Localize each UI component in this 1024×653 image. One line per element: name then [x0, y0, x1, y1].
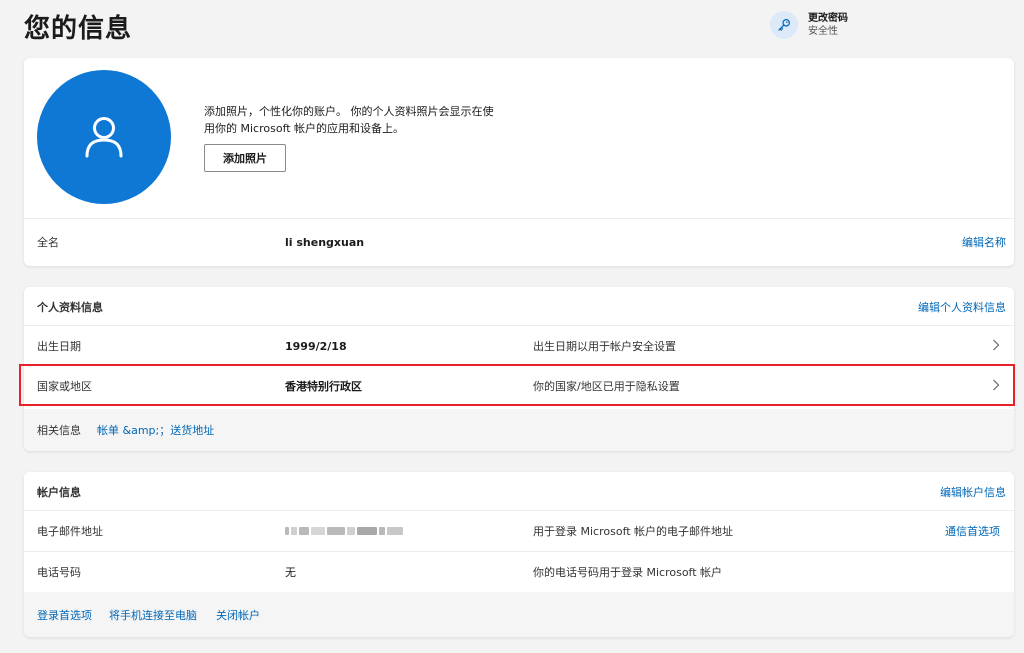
communication-preferences-link[interactable]: 通信首选项 — [945, 523, 1000, 539]
personal-info-title: 个人资料信息 — [37, 301, 103, 314]
birthdate-row[interactable]: 出生日期 1999/2/18 出生日期以用于帐户安全设置 — [24, 326, 1014, 366]
region-desc: 你的国家/地区已用于隐私设置 — [533, 380, 680, 393]
fullname-value: li shengxuan — [285, 235, 365, 249]
edit-personal-info-link[interactable]: 编辑个人资料信息 — [918, 299, 1006, 315]
personal-info-card: 个人资料信息 编辑个人资料信息 出生日期 1999/2/18 出生日期以用于帐户… — [24, 287, 1014, 451]
email-label: 电子邮件地址 — [37, 525, 103, 538]
chevron-right-icon — [993, 379, 1000, 391]
change-password-title: 更改密码 — [808, 13, 848, 24]
profile-card: 添加照片，个性化你的账户。 你的个人资料照片会显示在使 用你的 Microsof… — [24, 58, 1014, 266]
personal-info-header: 个人资料信息 编辑个人资料信息 — [24, 287, 1014, 327]
account-footer-links: 登录首选项 将手机连接至电脑 关闭帐户 — [24, 592, 1014, 637]
close-account-link[interactable]: 关闭帐户 — [216, 607, 260, 623]
account-info-header: 帐户信息 编辑帐户信息 — [24, 472, 1014, 512]
phone-desc: 你的电话号码用于登录 Microsoft 帐户 — [533, 566, 723, 579]
person-icon — [85, 117, 123, 158]
email-desc: 用于登录 Microsoft 帐户的电子邮件地址 — [533, 525, 734, 538]
add-photo-button[interactable]: 添加照片 — [204, 144, 286, 172]
birthdate-value: 1999/2/18 — [285, 339, 347, 353]
page-title: 您的信息 — [24, 14, 133, 44]
region-value: 香港特别行政区 — [285, 380, 362, 393]
edit-account-info-link[interactable]: 编辑帐户信息 — [940, 484, 1006, 500]
phone-row: 电话号码 无 你的电话号码用于登录 Microsoft 帐户 — [24, 552, 1014, 592]
photo-desc-line1: 添加照片，个性化你的账户。 你的个人资料照片会显示在使 — [204, 105, 494, 118]
phone-value: 无 — [285, 566, 296, 579]
fullname-row: 全名 li shengxuan 编辑名称 — [24, 222, 1014, 262]
email-value-redacted — [285, 527, 403, 535]
fullname-label: 全名 — [37, 236, 59, 249]
link-phone-to-pc-link[interactable]: 将手机连接至电脑 — [109, 607, 197, 623]
birthdate-desc: 出生日期以用于帐户安全设置 — [533, 340, 676, 353]
email-row: 电子邮件地址 用于登录 Microsoft 帐户的电子邮件地址 通信首选项 — [24, 511, 1014, 551]
region-label: 国家或地区 — [37, 380, 92, 393]
billing-shipping-link[interactable]: 帐单 &amp;；送货地址 — [97, 422, 214, 438]
avatar[interactable] — [37, 70, 171, 204]
photo-description: 添加照片，个性化你的账户。 你的个人资料照片会显示在使 用你的 Microsof… — [204, 103, 534, 137]
sign-in-preferences-link[interactable]: 登录首选项 — [37, 607, 92, 623]
related-info-label: 相关信息 — [37, 424, 81, 437]
account-info-card: 帐户信息 编辑帐户信息 电子邮件地址 用于登录 Microsoft 帐户的电子邮… — [24, 472, 1014, 637]
chevron-right-icon — [993, 339, 1000, 351]
photo-desc-line2: 用你的 Microsoft 帐户的应用和设备上。 — [204, 122, 405, 135]
account-info-title: 帐户信息 — [37, 486, 81, 499]
change-password-link[interactable]: 更改密码 安全性 — [770, 11, 848, 39]
birthdate-label: 出生日期 — [37, 340, 81, 353]
phone-label: 电话号码 — [37, 566, 81, 579]
edit-name-link[interactable]: 编辑名称 — [962, 234, 1006, 250]
region-row[interactable]: 国家或地区 香港特别行政区 你的国家/地区已用于隐私设置 — [24, 366, 1014, 406]
related-info-row: 相关信息 帐单 &amp;；送货地址 — [24, 409, 1014, 451]
change-password-subtitle: 安全性 — [808, 26, 838, 37]
divider — [24, 218, 1014, 219]
key-icon — [770, 11, 798, 39]
